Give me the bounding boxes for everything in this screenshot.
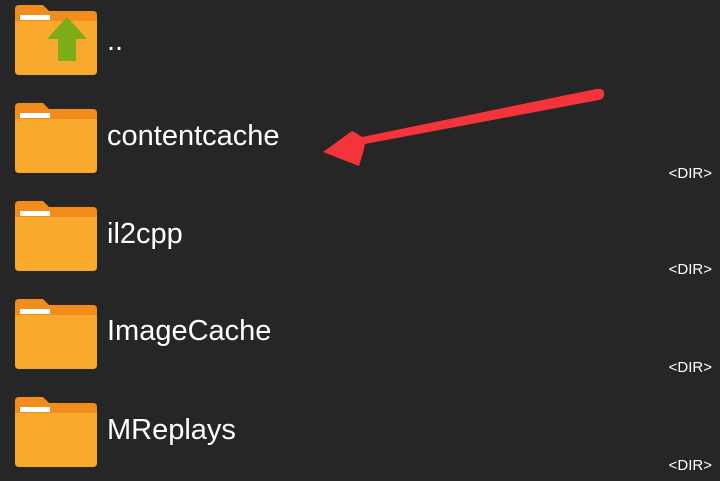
parent-directory-row[interactable]: .. — [0, 0, 720, 98]
folder-name: il2cpp — [107, 218, 183, 250]
folder-icon — [15, 201, 97, 271]
list-item[interactable]: MReplays <DIR> — [0, 392, 720, 481]
file-manager-list: .. contentcache <DIR> il2cpp <DIR> Image… — [0, 0, 720, 481]
dir-label: <DIR> — [668, 457, 712, 474]
dir-label: <DIR> — [668, 261, 712, 278]
folder-name: ImageCache — [107, 315, 272, 347]
folder-name: MReplays — [107, 414, 236, 446]
list-item[interactable]: ImageCache <DIR> — [0, 294, 720, 392]
parent-directory-label: .. — [107, 25, 124, 57]
folder-name: contentcache — [107, 120, 280, 152]
dir-label: <DIR> — [668, 165, 712, 182]
list-item[interactable]: contentcache <DIR> — [0, 98, 720, 196]
list-item[interactable]: il2cpp <DIR> — [0, 196, 720, 294]
folder-icon — [15, 299, 97, 369]
folder-up-icon — [15, 5, 97, 75]
folder-icon — [15, 397, 97, 467]
dir-label: <DIR> — [668, 359, 712, 376]
folder-icon — [15, 103, 97, 173]
